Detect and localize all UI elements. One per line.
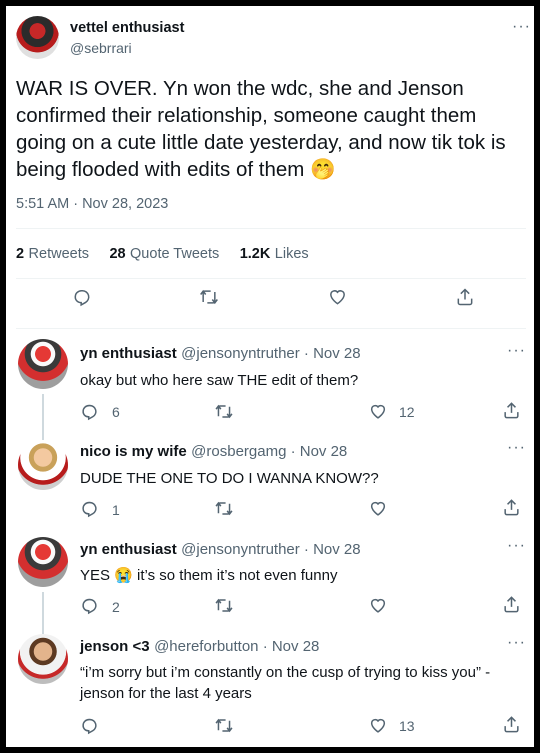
reply-display-name[interactable]: jenson <3: [80, 638, 150, 655]
reply-text-line: jenson for the last 4 years: [80, 685, 252, 702]
tweet-stats: 2 Retweets 28 Quote Tweets 1.2K Likes: [16, 245, 309, 263]
share-icon[interactable]: [502, 715, 521, 734]
reply-header: yn enthusiast @jensonyntruther · Nov 28: [80, 345, 361, 363]
retweet-icon[interactable]: [214, 716, 234, 735]
reply-header: nico is my wife @rosbergamg · Nov 28: [80, 443, 347, 461]
share-icon[interactable]: [502, 401, 521, 420]
reply-icon[interactable]: [80, 499, 99, 518]
like-icon[interactable]: [368, 716, 388, 735]
reply-header: jenson <3 @hereforbutton · Nov 28: [80, 638, 319, 656]
reply-avatar[interactable]: [18, 634, 68, 684]
reply-display-name[interactable]: nico is my wife: [80, 443, 187, 460]
more-options-button[interactable]: ···: [507, 537, 526, 555]
quotes-count: 28: [109, 246, 126, 262]
like-icon[interactable]: [327, 287, 348, 307]
reply-display-name[interactable]: yn enthusiast: [80, 541, 177, 558]
reply-meta[interactable]: @rosbergamg · Nov 28: [191, 443, 347, 460]
reply-text: DUDE THE ONE TO DO I WANNA KNOW??: [80, 470, 379, 487]
like-count: 12: [399, 404, 415, 420]
reply-avatar[interactable]: [18, 537, 68, 587]
retweets-stat[interactable]: 2 Retweets: [16, 245, 93, 262]
tweet-text-body: WAR IS OVER. Yn won the wdc, she and Jen…: [16, 77, 506, 181]
reply-icon[interactable]: [72, 287, 92, 307]
quotes-stat[interactable]: 28 Quote Tweets: [109, 245, 223, 262]
reply-avatar[interactable]: [18, 440, 68, 490]
tweet-emoji: 🤭: [310, 158, 336, 181]
tweet-card: vettel enthusiast @sebrrari ··· WAR IS O…: [6, 6, 534, 747]
reply-avatar[interactable]: [18, 339, 68, 389]
reply-text-before: YES: [80, 567, 111, 584]
tweet-text: WAR IS OVER. Yn won the wdc, she and Jen…: [16, 75, 521, 183]
reply-header: yn enthusiast @jensonyntruther · Nov 28: [80, 541, 361, 559]
retweet-icon[interactable]: [214, 402, 234, 421]
reply-display-name[interactable]: yn enthusiast: [80, 345, 177, 362]
divider: [16, 328, 526, 329]
more-options-button[interactable]: ···: [507, 342, 526, 360]
retweet-icon[interactable]: [198, 287, 220, 307]
reply-icon[interactable]: [80, 596, 99, 615]
likes-stat[interactable]: 1.2K Likes: [240, 245, 309, 262]
reply-icon[interactable]: [80, 716, 99, 735]
reply-meta[interactable]: @hereforbutton · Nov 28: [154, 638, 319, 655]
share-icon[interactable]: [455, 287, 475, 307]
reply-count: 2: [112, 599, 120, 615]
reply-meta[interactable]: @jensonyntruther · Nov 28: [181, 345, 360, 362]
reply-count: 6: [112, 404, 120, 420]
author-avatar[interactable]: [16, 16, 59, 59]
like-count: 13: [399, 718, 415, 734]
share-icon[interactable]: [502, 595, 521, 614]
reply-text: okay but who here saw THE edit of them?: [80, 372, 359, 389]
reply-count: 1: [112, 502, 120, 518]
author-handle[interactable]: @sebrrari: [70, 40, 132, 56]
author-display-name[interactable]: vettel enthusiast: [70, 20, 184, 36]
like-icon[interactable]: [368, 402, 388, 421]
divider: [16, 278, 526, 279]
likes-label: Likes: [274, 246, 309, 262]
retweet-icon[interactable]: [214, 596, 234, 615]
quotes-label: Quote Tweets: [130, 246, 220, 262]
reply-meta[interactable]: @jensonyntruther · Nov 28: [181, 541, 360, 558]
reply-icon[interactable]: [80, 402, 99, 421]
reply-text: “i’m sorry but i’m constantly on the cus…: [80, 662, 530, 704]
more-options-button[interactable]: ···: [512, 18, 531, 36]
likes-count: 1.2K: [239, 246, 271, 262]
more-options-button[interactable]: ···: [507, 634, 526, 652]
more-options-button[interactable]: ···: [507, 439, 526, 457]
retweets-count: 2: [16, 246, 25, 262]
reply-text-line: “i’m sorry but i’m constantly on the cus…: [80, 664, 491, 681]
like-icon[interactable]: [368, 499, 388, 518]
like-icon[interactable]: [368, 596, 388, 615]
reply-emoji: 😭: [114, 567, 133, 584]
divider: [16, 228, 526, 229]
reply-text-after: it’s so them it’s not even funny: [137, 567, 338, 584]
retweets-label: Retweets: [28, 246, 89, 262]
tweet-timestamp[interactable]: 5:51 AM · Nov 28, 2023: [16, 196, 168, 212]
thread-line: [42, 592, 44, 636]
retweet-icon[interactable]: [214, 499, 234, 518]
share-icon[interactable]: [502, 498, 521, 517]
reply-text: YES 😭 it’s so them it’s not even funny: [80, 565, 337, 586]
thread-line: [42, 394, 44, 440]
